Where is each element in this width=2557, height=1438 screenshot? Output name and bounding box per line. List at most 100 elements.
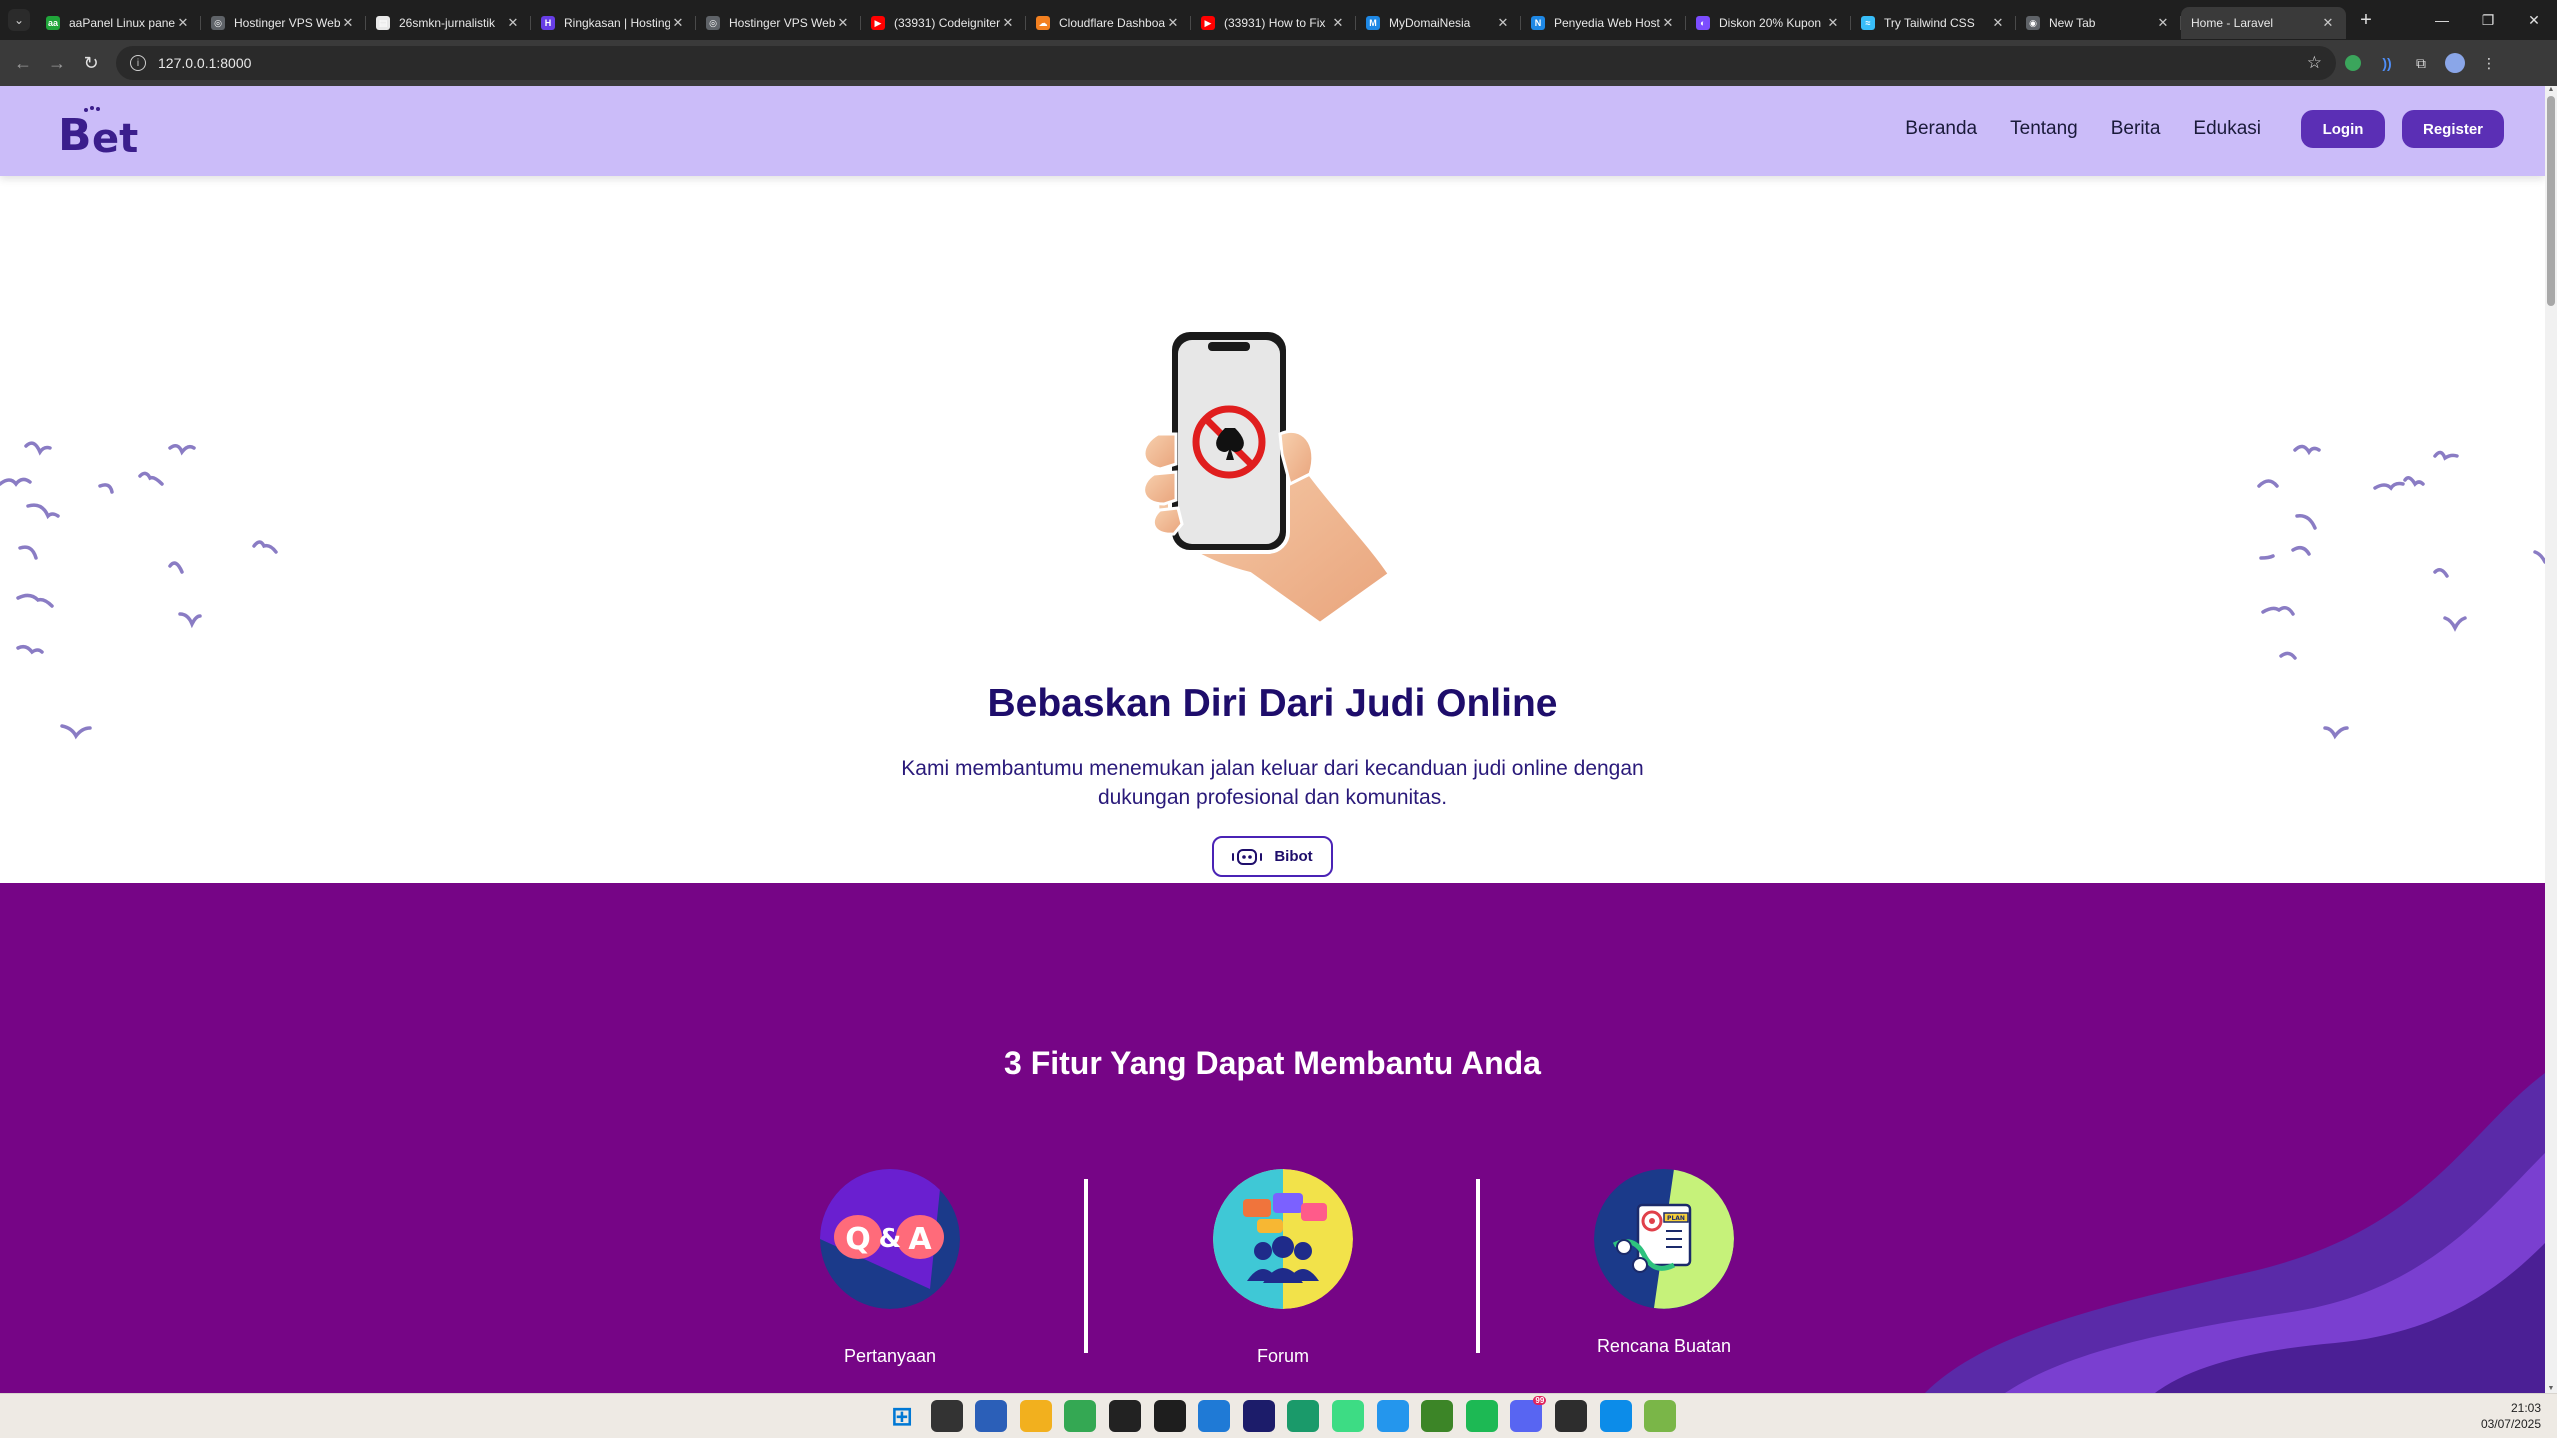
notification-badge: 99 bbox=[1533, 1396, 1547, 1405]
tab-title: Penyedia Web Hosting bbox=[1554, 16, 1660, 30]
docker-icon[interactable] bbox=[1376, 1400, 1409, 1432]
tab-close-icon[interactable]: ✕ bbox=[1000, 15, 1016, 31]
nav-link-beranda[interactable]: Beranda bbox=[1905, 118, 1977, 140]
tab-close-icon[interactable]: ✕ bbox=[1990, 15, 2006, 31]
bet-logo[interactable]: B et bbox=[56, 104, 142, 158]
site-navbar: B et Beranda Tentang Berita Edukasi Logi… bbox=[0, 86, 2545, 176]
browser-tab[interactable]: ◎ Hostinger VPS Web ✕ bbox=[201, 7, 366, 39]
browser-tab[interactable]: N Penyedia Web Hosting✕ bbox=[1521, 7, 1686, 39]
extension-translate-icon[interactable]: )) bbox=[2370, 46, 2404, 80]
xampp-icon[interactable] bbox=[1644, 1400, 1677, 1432]
windows-start-icon[interactable]: ⊞ bbox=[886, 1400, 918, 1432]
tab-close-icon[interactable]: ✕ bbox=[1165, 15, 1181, 31]
browser-tab[interactable]: ▶ (33931) Codeigniter ✕ bbox=[861, 7, 1026, 39]
file-explorer-icon[interactable] bbox=[930, 1400, 963, 1432]
page-scrollbar[interactable]: ▲ ▼ bbox=[2545, 86, 2557, 1393]
feature-label-forum[interactable]: Forum bbox=[1163, 1346, 1403, 1367]
nav-link-tentang[interactable]: Tentang bbox=[2010, 118, 2078, 140]
github-icon[interactable] bbox=[1108, 1400, 1141, 1432]
scroll-up-arrow-icon[interactable]: ▲ bbox=[2547, 86, 2555, 94]
tab-close-icon[interactable]: ✕ bbox=[2155, 15, 2171, 31]
nav-link-edukasi[interactable]: Edukasi bbox=[2193, 118, 2261, 140]
tab-search-button[interactable]: ⌄ bbox=[8, 9, 30, 31]
tab-close-icon[interactable]: ✕ bbox=[670, 15, 686, 31]
tab-close-icon[interactable]: ✕ bbox=[175, 15, 191, 31]
jetbrains-icon[interactable] bbox=[1242, 1400, 1275, 1432]
pycharm-icon[interactable] bbox=[1287, 1400, 1320, 1432]
qa-icon[interactable]: Q & A bbox=[820, 1169, 960, 1309]
scroll-down-arrow-icon[interactable]: ▼ bbox=[2547, 1385, 2555, 1393]
site-info-icon[interactable]: i bbox=[130, 55, 146, 71]
tab-close-icon[interactable]: ✕ bbox=[1330, 15, 1346, 31]
reload-icon[interactable]: ↻ bbox=[74, 46, 108, 80]
forum-icon[interactable] bbox=[1213, 1169, 1353, 1309]
feature-divider bbox=[1084, 1179, 1088, 1353]
tab-title: Home - Laravel bbox=[2191, 16, 2274, 30]
new-tab-button[interactable]: + bbox=[2352, 6, 2380, 34]
browser-tab[interactable]: ▤ 26smkn-jurnalistik ✕ bbox=[366, 7, 531, 39]
features-title: 3 Fitur Yang Dapat Membantu Anda bbox=[1004, 1045, 1541, 1081]
spotify-icon[interactable] bbox=[1465, 1400, 1498, 1432]
scroll-thumb[interactable] bbox=[2547, 96, 2555, 306]
tab-close-icon[interactable]: ✕ bbox=[505, 15, 521, 31]
chrome-icon: ◉ bbox=[2026, 16, 2040, 30]
url-text[interactable]: 127.0.0.1:8000 bbox=[158, 55, 2307, 71]
tab-close-icon[interactable]: ✕ bbox=[1660, 15, 1676, 31]
extension-green-icon[interactable] bbox=[2336, 46, 2370, 80]
browser-tab[interactable]: M MyDomaiNesia ✕ bbox=[1356, 7, 1521, 39]
tab-close-icon[interactable]: ✕ bbox=[835, 15, 851, 31]
browser-tab[interactable]: ◎ Hostinger VPS Web ✕ bbox=[696, 7, 861, 39]
edge-icon[interactable] bbox=[1599, 1400, 1632, 1432]
feature-divider bbox=[1476, 1179, 1480, 1353]
page-viewport: B et Beranda Tentang Berita Edukasi Logi… bbox=[0, 86, 2545, 1393]
svg-text:&: & bbox=[879, 1224, 902, 1254]
profile-avatar[interactable] bbox=[2438, 46, 2472, 80]
tab-close-icon[interactable]: ✕ bbox=[1825, 15, 1841, 31]
mydomainesia-icon: M bbox=[1366, 16, 1380, 30]
browser-tab[interactable]: H Ringkasan | Hostinger✕ bbox=[531, 7, 696, 39]
chrome-icon[interactable] bbox=[1064, 1400, 1097, 1432]
browser-tab[interactable]: aa aaPanel Linux panel ✕ bbox=[36, 7, 201, 39]
plan-icon[interactable]: PLAN bbox=[1594, 1169, 1734, 1309]
browser-tab[interactable]: ◐ Diskon 20% Kupon ✕ bbox=[1686, 7, 1851, 39]
restore-icon[interactable]: ❐ bbox=[2465, 0, 2511, 40]
globe-icon: ◎ bbox=[211, 16, 225, 30]
bibot-chat-button[interactable]: Bibot bbox=[1212, 836, 1333, 877]
svg-text:Q: Q bbox=[845, 1222, 871, 1257]
address-bar[interactable]: i 127.0.0.1:8000 ☆ bbox=[116, 46, 2336, 80]
nav-links: Beranda Tentang Berita Edukasi Login Reg… bbox=[1905, 110, 2504, 148]
browser-tab[interactable]: ≈ Try Tailwind CSS ✕ bbox=[1851, 7, 2016, 39]
back-arrow-icon[interactable]: ← bbox=[6, 46, 40, 80]
login-button[interactable]: Login bbox=[2301, 110, 2385, 148]
tab-title: New Tab bbox=[2049, 16, 2096, 30]
browser-menu-icon[interactable]: ⋮ bbox=[2472, 46, 2506, 80]
minecraft-icon[interactable] bbox=[1421, 1400, 1454, 1432]
tab-close-icon[interactable]: ✕ bbox=[340, 15, 356, 31]
tab-close-icon[interactable]: ✕ bbox=[2320, 15, 2336, 31]
hostinger-icon: H bbox=[541, 16, 555, 30]
register-button[interactable]: Register bbox=[2402, 110, 2504, 148]
bookmark-star-icon[interactable]: ☆ bbox=[2307, 53, 2322, 73]
hero-title: Bebaskan Diri Dari Judi Online bbox=[987, 682, 1558, 725]
feature-label-rencana-buatan[interactable]: Rencana Buatan bbox=[1544, 1336, 1784, 1357]
browser-tab[interactable]: Home - Laravel ✕ bbox=[2181, 7, 2346, 39]
extensions-puzzle-icon[interactable]: ⧉ bbox=[2404, 46, 2438, 80]
folder-icon[interactable] bbox=[1019, 1400, 1052, 1432]
figma-icon[interactable] bbox=[1153, 1400, 1186, 1432]
vscode-icon[interactable] bbox=[1198, 1400, 1231, 1432]
close-window-icon[interactable]: ✕ bbox=[2511, 0, 2557, 40]
browser-tab[interactable]: ☁ Cloudflare Dashboard ✕ bbox=[1026, 7, 1191, 39]
terminal-icon[interactable] bbox=[1554, 1400, 1587, 1432]
discord-icon[interactable]: 99 bbox=[1510, 1396, 1547, 1432]
niagahoster-icon: N bbox=[1531, 16, 1545, 30]
browser-tab[interactable]: ◉ New Tab ✕ bbox=[2016, 7, 2181, 39]
microsoft-store-icon[interactable] bbox=[975, 1400, 1008, 1432]
feature-label-pertanyaan[interactable]: Pertanyaan bbox=[770, 1346, 1010, 1367]
forward-arrow-icon[interactable]: → bbox=[40, 46, 74, 80]
nav-link-berita[interactable]: Berita bbox=[2111, 118, 2161, 140]
minimize-icon[interactable]: — bbox=[2419, 0, 2465, 40]
browser-tab[interactable]: ▶ (33931) How to Fix ✕ bbox=[1191, 7, 1356, 39]
system-clock[interactable]: 21:03 03/07/2025 bbox=[2481, 1400, 2541, 1432]
tab-close-icon[interactable]: ✕ bbox=[1495, 15, 1511, 31]
android-studio-icon[interactable] bbox=[1331, 1400, 1364, 1432]
